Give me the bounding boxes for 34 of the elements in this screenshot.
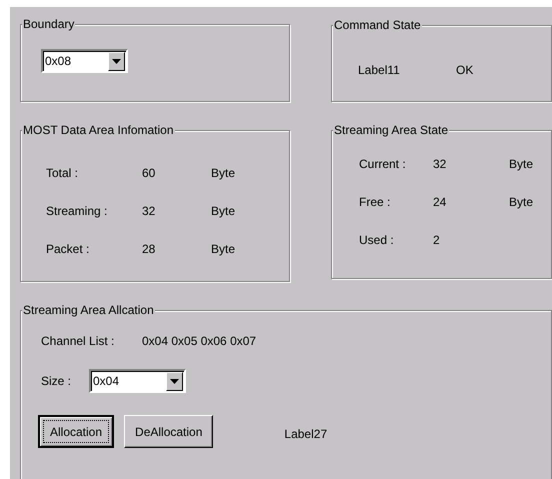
channel-list-text: 0x04 0x05 0x06 0x07 (142, 334, 256, 348)
field-label: Used : (359, 233, 395, 247)
unit-text: Byte (211, 166, 236, 180)
field-label: Size : (41, 374, 72, 388)
field-label: Streaming : (46, 204, 108, 218)
action-button[interactable]: Allocation (38, 415, 114, 448)
unit-text: Byte (211, 204, 236, 218)
field-value: 24 (433, 195, 448, 209)
field-label: Total : (46, 166, 80, 180)
unit-text: Byte (211, 242, 236, 256)
field-value: 32 (433, 157, 448, 171)
group-title: Boundary (22, 17, 76, 31)
field-value: 2 (433, 233, 441, 247)
size-combo[interactable]: 0x04 (89, 369, 186, 393)
caret-icon (112, 58, 121, 64)
field-label: Channel List : (41, 334, 116, 348)
field-value: 28 (142, 242, 156, 256)
group-title: Streaming Area Allcation (22, 303, 155, 317)
caret-icon (170, 378, 179, 384)
field-label: Free : (359, 195, 392, 209)
field-value: 32 (142, 204, 156, 218)
field-value: 60 (142, 166, 156, 180)
label-text: Label11 (358, 63, 401, 77)
field-label: Packet : (46, 242, 90, 256)
action-button[interactable]: DeAllocation (124, 415, 214, 448)
group-title: MOST Data Area Infomation (22, 123, 175, 137)
status-text: Label27 (284, 426, 328, 440)
field-label: Current : (359, 157, 407, 171)
unit-text: Byte (509, 157, 534, 171)
boundary-combo[interactable]: 0x08 (41, 49, 128, 73)
status-text: OK (456, 63, 474, 77)
group-title: Command State (333, 18, 422, 32)
group-title: Streaming Area State (333, 123, 450, 137)
unit-text: Byte (509, 195, 534, 209)
